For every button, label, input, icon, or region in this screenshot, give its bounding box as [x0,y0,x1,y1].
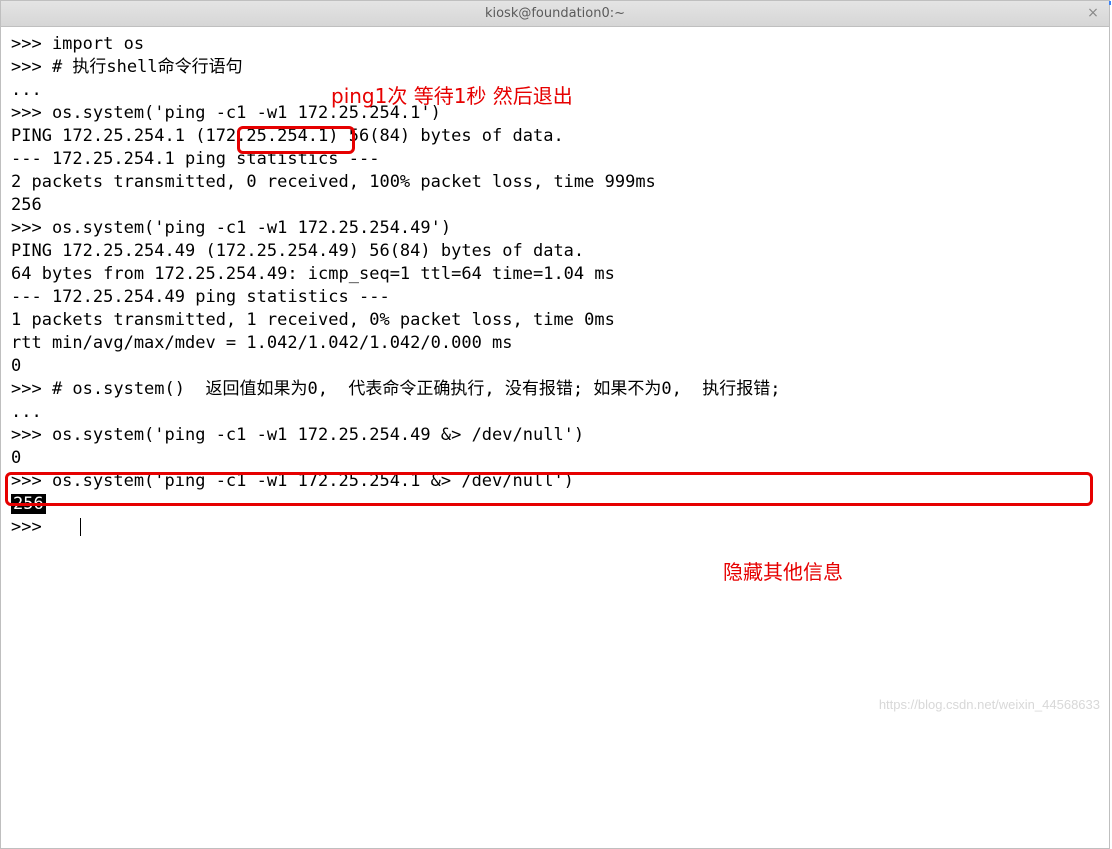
terminal-output-line: ... [11,401,1099,424]
terminal-output-line: PING 172.25.254.49 (172.25.254.49) 56(84… [11,240,1099,263]
terminal-output-line: 0 [11,447,1099,470]
titlebar: kiosk@foundation0:~ × [1,1,1109,27]
terminal-output-line: ... [11,79,1099,102]
terminal-input-line: >>> import os [11,33,1099,56]
terminal-input-line: >>> os.system('ping -c1 -w1 172.25.254.4… [11,217,1099,240]
terminal-output-line: --- 172.25.254.1 ping statistics --- [11,148,1099,171]
terminal-output-line: 1 packets transmitted, 1 received, 0% pa… [11,309,1099,332]
terminal-output-line: 256 [11,194,1099,217]
terminal-input-line: >>> os.system('ping -c1 -w1 172.25.254.4… [11,424,1099,447]
text-cursor [80,518,81,536]
terminal-input-line: >>> os.system('ping -c1 -w1 172.25.254.1… [11,102,1099,125]
annotation-hide-label: 隐藏其他信息 [723,561,843,584]
window-title: kiosk@foundation0:~ [485,6,625,21]
terminal-output-line: rtt min/avg/max/mdev = 1.042/1.042/1.042… [11,332,1099,355]
terminal-output-line: PING 172.25.254.1 (172.25.254.1) 56(84) … [11,125,1099,148]
terminal-input-line: >>> [11,516,1099,539]
terminal-output-line: 2 packets transmitted, 0 received, 100% … [11,171,1099,194]
terminal-window: kiosk@foundation0:~ × >>> import os>>> #… [0,0,1110,849]
terminal-output-line: 0 [11,355,1099,378]
terminal-output-line: 64 bytes from 172.25.254.49: icmp_seq=1 … [11,263,1099,286]
watermark: https://blog.csdn.net/weixin_44568633 [879,697,1100,712]
highlighted-output: 256 [11,494,46,514]
terminal-input-line: >>> # os.system() 返回值如果为0, 代表命令正确执行, 没有报… [11,378,1099,401]
terminal-output[interactable]: >>> import os>>> # 执行shell命令行语句...>>> os… [1,27,1109,848]
close-icon[interactable]: × [1085,5,1101,21]
terminal-input-line: >>> os.system('ping -c1 -w1 172.25.254.1… [11,470,1099,493]
terminal-output-line: 256 [11,493,1099,516]
terminal-input-line: >>> # 执行shell命令行语句 [11,56,1099,79]
terminal-output-line: --- 172.25.254.49 ping statistics --- [11,286,1099,309]
